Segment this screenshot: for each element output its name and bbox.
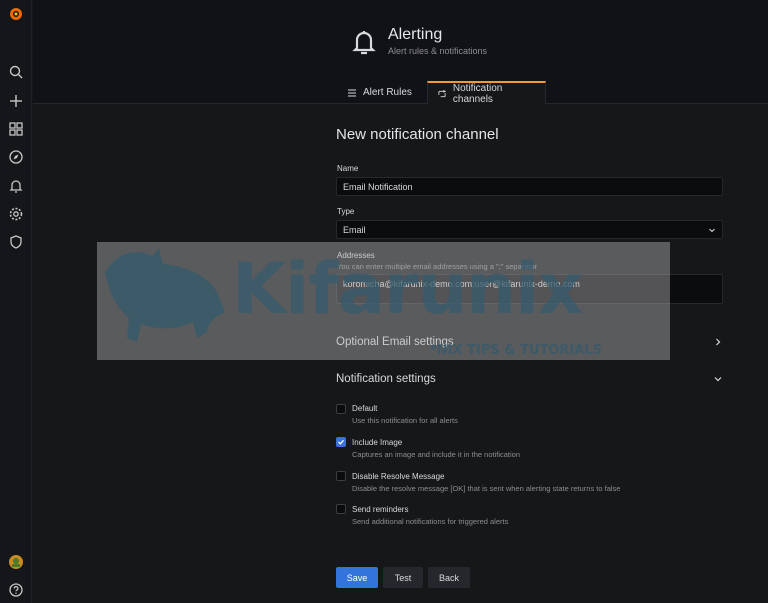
tab-label: Alert Rules: [363, 87, 412, 98]
explore-icon[interactable]: [6, 147, 26, 167]
chevron-down-icon: [709, 228, 715, 233]
list-icon: [348, 89, 356, 96]
include-image-checkbox[interactable]: [336, 437, 346, 447]
option-desc: Use this notification for all alerts: [352, 416, 458, 425]
dashboards-icon[interactable]: [6, 119, 26, 139]
check-icon: [338, 439, 344, 445]
type-label: Type: [337, 207, 355, 216]
back-button[interactable]: Back: [428, 567, 470, 588]
sidebar: [0, 0, 32, 603]
comment-alt-share-icon: [438, 89, 447, 97]
option-title: Send reminders: [352, 505, 409, 514]
option-title: Default: [352, 404, 378, 413]
send-reminders-checkbox[interactable]: [336, 504, 346, 514]
grafana-logo-icon[interactable]: [6, 4, 26, 24]
disable-resolve-message-checkbox[interactable]: [336, 471, 346, 481]
bell-icon[interactable]: [6, 176, 26, 196]
plus-icon[interactable]: [6, 91, 26, 111]
notification-settings-toggle[interactable]: Notification settings: [336, 368, 723, 390]
watermark-text: Kifarunix: [232, 248, 583, 330]
chevron-right-icon: [716, 338, 721, 346]
type-select-value: Email: [343, 224, 366, 235]
option-desc: Disable the resolve message [OK] that is…: [352, 484, 621, 493]
name-field[interactable]: Email Notification: [336, 177, 723, 196]
section-title: Notification settings: [336, 373, 436, 385]
name-label: Name: [337, 164, 359, 173]
shield-icon[interactable]: [6, 232, 26, 252]
option-desc: Send additional notifications for trigge…: [352, 517, 509, 526]
page-header-title: Alerting: [388, 26, 443, 43]
help-icon[interactable]: [6, 580, 26, 600]
page-title: New notification channel: [336, 126, 499, 143]
option-desc: Captures an image and include it in the …: [352, 450, 521, 459]
type-select[interactable]: Email: [336, 220, 723, 239]
page-header-subtitle: Alert rules & notifications: [388, 46, 488, 56]
user-avatar-icon[interactable]: [6, 552, 26, 572]
option-title: Disable Resolve Message: [352, 472, 445, 481]
name-field-value: Email Notification: [343, 181, 413, 192]
search-icon[interactable]: [6, 62, 26, 82]
save-button[interactable]: Save: [336, 567, 378, 588]
bell-icon: [348, 26, 380, 58]
tab-alert-rules[interactable]: Alert Rules: [337, 81, 422, 104]
chevron-down-icon: [714, 377, 722, 382]
tab-label: Notification channels: [452, 82, 503, 105]
gear-icon[interactable]: [6, 204, 26, 224]
tab-notification-channels[interactable]: Notification channels: [427, 81, 546, 105]
default-checkbox[interactable]: [336, 404, 346, 414]
test-button[interactable]: Test: [383, 567, 423, 588]
watermark-subtitle: *NIX TIPS & TUTORIALS: [430, 343, 602, 358]
option-title: Include Image: [352, 438, 403, 447]
